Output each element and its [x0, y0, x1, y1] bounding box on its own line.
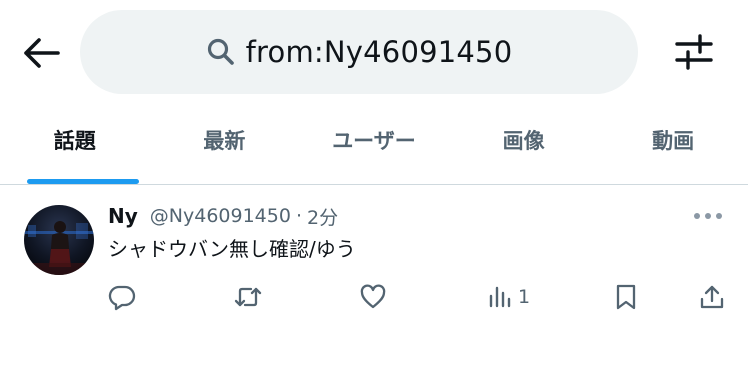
heart-icon: [360, 284, 386, 309]
tab-label: 動画: [652, 129, 695, 153]
avatar[interactable]: [24, 205, 94, 275]
share-button[interactable]: [698, 281, 726, 313]
search-header: from:Ny46091450: [0, 0, 748, 104]
tab-label: ユーザー: [332, 129, 416, 153]
tab-people[interactable]: ユーザー: [299, 104, 449, 184]
tab-label: 話題: [53, 129, 96, 153]
back-button[interactable]: [20, 32, 62, 74]
search-icon: [206, 37, 236, 67]
like-button[interactable]: [359, 281, 387, 313]
bookmark-icon: [616, 284, 636, 310]
tweet-actions: 1: [0, 281, 748, 313]
user-handle[interactable]: @Ny46091450: [150, 205, 291, 227]
reply-button[interactable]: [108, 281, 136, 313]
user-display-name[interactable]: Ny: [108, 204, 138, 228]
tweet-timestamp[interactable]: 2分: [307, 203, 338, 230]
search-input[interactable]: from:Ny46091450: [80, 10, 638, 94]
tweet-item[interactable]: Ny @Ny46091450 · 2分 シャドウバン無し確認/ゆう 1: [0, 185, 748, 378]
sliders-icon: [675, 34, 713, 70]
separator-dot: ·: [295, 205, 302, 227]
views-button[interactable]: 1: [488, 281, 530, 313]
tab-label: 最新: [203, 129, 246, 153]
views-count: 1: [518, 286, 531, 308]
share-icon: [700, 285, 724, 309]
bookmark-button[interactable]: [613, 281, 639, 313]
tab-media[interactable]: 画像: [449, 104, 599, 184]
tweet-header: Ny @Ny46091450 · 2分: [108, 203, 338, 229]
more-horizontal-icon: [694, 213, 722, 219]
search-query-text: from:Ny46091450: [245, 35, 513, 69]
arrow-left-icon: [24, 38, 60, 68]
retweet-button[interactable]: [233, 281, 263, 313]
filter-button[interactable]: [670, 30, 718, 74]
tab-latest[interactable]: 最新: [150, 104, 300, 184]
tab-videos[interactable]: 動画: [598, 104, 748, 184]
retweet-icon: [234, 287, 262, 307]
views-chart-icon: [489, 286, 511, 308]
tweet-text: シャドウバン無し確認/ゆう: [108, 237, 356, 261]
tab-top[interactable]: 話題: [0, 104, 150, 184]
more-options-button[interactable]: [690, 203, 726, 229]
search-tabs: 話題 最新 ユーザー 画像 動画: [0, 104, 748, 184]
reply-icon: [108, 285, 136, 311]
tab-label: 画像: [502, 129, 545, 153]
